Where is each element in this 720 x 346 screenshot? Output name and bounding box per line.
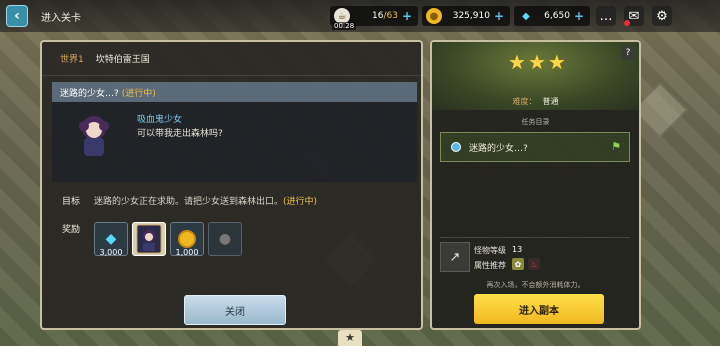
star-icon: ★ <box>527 50 546 74</box>
divider <box>440 237 630 238</box>
npc-name: 吸血鬼少女 <box>137 115 183 125</box>
bookmark-icon: ⚑ <box>611 140 621 153</box>
task-status-icon <box>451 142 461 152</box>
settings-button[interactable]: ⚙ <box>652 6 672 26</box>
add-gold-icon[interactable]: + <box>494 9 504 23</box>
back-button[interactable]: ‹ <box>6 5 28 27</box>
objective-status: (进行中) <box>283 197 318 207</box>
difficulty-value: 普通 <box>542 97 559 106</box>
back-arrow-icon: ‹ <box>14 8 20 24</box>
vampire-girl-portrait <box>79 116 109 156</box>
hero-card-icon <box>136 224 162 254</box>
reward-gold-amount: 1,000 <box>175 248 199 257</box>
reentry-note: 再次入场，不会额外消耗体力。 <box>486 281 585 289</box>
tasks-title: 任务目录 <box>521 118 550 126</box>
objective-label: 目标 <box>62 197 81 207</box>
enter-stage-button[interactable]: 进入副本 <box>474 294 604 324</box>
world-row: 世界1 坎特伯雷王国 <box>42 42 421 76</box>
world-name: 坎特伯雷王国 <box>95 55 150 65</box>
gold-counter[interactable]: ● 325,910 + <box>422 6 510 26</box>
stamina-timer: 00:28 <box>332 22 357 30</box>
gold-coin-icon: ● <box>426 8 442 24</box>
help-button[interactable]: ? <box>621 46 635 60</box>
gem-value: 6,650 <box>544 11 570 21</box>
mail-button[interactable]: ✉ <box>624 6 644 26</box>
gem-icon: ◆ <box>522 10 530 22</box>
page-title: 进入关卡 <box>41 13 81 24</box>
mail-icon: ✉ <box>628 8 640 24</box>
npc-dialog-line: 可以带我走出森林吗? <box>137 129 223 139</box>
objective-row: 目标 迷路的少女正在求助。请把少女送到森林出口。(进行中) <box>62 194 317 207</box>
gold-value: 325,910 <box>452 11 490 21</box>
stamina-max: /63 <box>383 11 398 21</box>
stage-panel: ? ★ ★ ★ 难度： 普通 任务目录 迷路的少女…? ⚑ ↗ 怪物等级 13 属… <box>430 40 641 330</box>
reward-gem-amount: 3,000 <box>99 248 123 257</box>
monster-level-value: 13 <box>512 245 523 254</box>
add-stamina-icon[interactable]: + <box>402 9 412 23</box>
rewards-label: 奖励 <box>62 225 81 235</box>
bottom-star-tab[interactable]: ★ <box>338 330 362 346</box>
objective-text: 迷路的少女正在求助。请把少女送到森林出口。 <box>94 197 284 207</box>
quest-panel: 世界1 坎特伯雷王国 迷路的少女…? (进行中) 吸血鬼少女 可以带我走出森林吗… <box>40 40 423 330</box>
monster-level-icon: ↗ <box>440 242 470 272</box>
gold-coin-icon <box>178 230 196 248</box>
task-label: 迷路的少女…? <box>469 143 528 154</box>
add-gem-icon[interactable]: + <box>574 9 584 23</box>
earth-element-icon: ✿ <box>512 258 524 270</box>
reward-companion[interactable]: ● <box>208 222 242 256</box>
star-icon: ★ <box>547 50 566 74</box>
chat-button[interactable]: … <box>596 6 616 26</box>
quest-title: 迷路的少女…? <box>60 88 119 99</box>
notification-dot <box>624 20 630 26</box>
rewards-label-wrap: 奖励 <box>62 222 80 235</box>
quest-status: (进行中) <box>121 88 156 99</box>
gear-icon: ⚙ <box>656 8 668 24</box>
quest-title-bar: 迷路的少女…? (进行中) <box>52 82 417 102</box>
npc-dialog: 吸血鬼少女 可以带我走出森林吗? <box>52 102 417 182</box>
gem-counter[interactable]: ◆ 6,650 + <box>514 6 590 26</box>
monster-level-label: 怪物等级 <box>474 246 506 255</box>
stamina-value: 16 <box>372 11 384 21</box>
close-button[interactable]: 关闭 <box>184 295 286 325</box>
top-bar: ‹ 进入关卡 ☕ 16/63 + 00:28 ● 325,910 + ◆ 6,6… <box>0 0 720 32</box>
stage-stars: ★ ★ ★ <box>508 52 566 72</box>
reward-hero-card[interactable] <box>132 222 166 256</box>
world-tag: 世界1 <box>60 55 84 65</box>
difficulty-row: 难度： 普通 <box>432 96 639 107</box>
task-item[interactable]: 迷路的少女…? ⚑ <box>440 132 630 162</box>
objective-desc: 迷路的少女正在求助。请把少女送到森林出口。(进行中) <box>94 194 317 207</box>
fire-element-icon: ♨ <box>528 258 540 270</box>
chat-bubble-icon: … <box>599 8 613 24</box>
star-icon: ★ <box>508 50 526 74</box>
difficulty-label: 难度： <box>512 97 537 106</box>
gem-icon: ◆ <box>105 231 117 247</box>
companion-icon: ● <box>218 231 232 247</box>
recommended-attr-label: 属性推荐 <box>474 261 506 270</box>
